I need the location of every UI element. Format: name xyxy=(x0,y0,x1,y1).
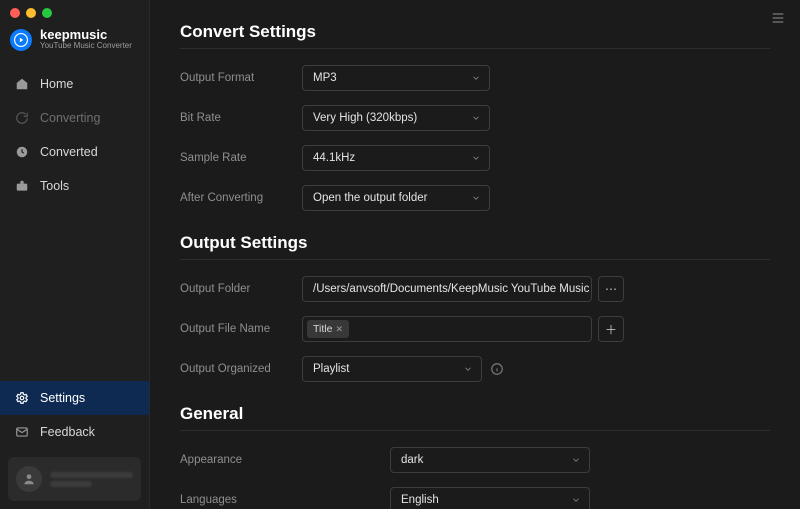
refresh-icon xyxy=(14,110,30,126)
chevron-down-icon xyxy=(471,73,481,83)
maximize-window-button[interactable] xyxy=(42,8,52,18)
input-output-file-name[interactable]: Title✕ xyxy=(302,316,592,342)
label-output-folder: Output Folder xyxy=(180,283,302,295)
section-title: Output Settings xyxy=(180,233,770,253)
section-title: Convert Settings xyxy=(180,22,770,42)
chevron-down-icon xyxy=(571,495,581,505)
section-output-settings: Output Settings Output Folder /Users/anv… xyxy=(180,233,770,384)
label-output-organized: Output Organized xyxy=(180,363,302,375)
clock-icon xyxy=(14,144,30,160)
mail-icon xyxy=(14,424,30,440)
sidebar-item-label: Converting xyxy=(40,111,100,125)
brand-title: keepmusic xyxy=(40,28,132,42)
chevron-down-icon xyxy=(471,153,481,163)
sidebar-item-feedback[interactable]: Feedback xyxy=(0,415,149,449)
section-title: General xyxy=(180,404,770,424)
sidebar-item-home[interactable]: Home xyxy=(0,67,149,101)
select-sample-rate[interactable]: 44.1kHz xyxy=(302,145,490,171)
window-controls xyxy=(10,8,52,18)
app-window: keepmusic YouTube Music Converter Home C… xyxy=(0,0,800,509)
sidebar-item-converting[interactable]: Converting xyxy=(0,101,149,135)
select-languages[interactable]: English xyxy=(390,487,590,509)
sidebar: keepmusic YouTube Music Converter Home C… xyxy=(0,0,150,509)
avatar-icon xyxy=(16,466,42,492)
sidebar-item-converted[interactable]: Converted xyxy=(0,135,149,169)
label-languages: Languages xyxy=(180,494,390,506)
user-info-blurred xyxy=(50,469,133,490)
remove-tag-icon[interactable]: ✕ xyxy=(335,324,343,335)
input-output-folder[interactable]: /Users/anvsoft/Documents/KeepMusic YouTu… xyxy=(302,276,592,302)
sidebar-item-label: Home xyxy=(40,77,73,91)
label-sample-rate: Sample Rate xyxy=(180,152,302,164)
nav-bottom: Settings Feedback xyxy=(0,381,149,509)
sidebar-item-label: Tools xyxy=(40,179,69,193)
chevron-down-icon xyxy=(571,455,581,465)
chevron-down-icon xyxy=(471,193,481,203)
select-output-organized[interactable]: Playlist xyxy=(302,356,482,382)
sidebar-item-tools[interactable]: Tools xyxy=(0,169,149,203)
select-output-format[interactable]: MP3 xyxy=(302,65,490,91)
select-after-converting[interactable]: Open the output folder xyxy=(302,185,490,211)
sidebar-item-label: Converted xyxy=(40,145,98,159)
filename-tag-title[interactable]: Title✕ xyxy=(307,320,349,338)
select-bit-rate[interactable]: Very High (320kbps) xyxy=(302,105,490,131)
chevron-down-icon xyxy=(463,364,473,374)
select-appearance[interactable]: dark xyxy=(390,447,590,473)
label-output-format: Output Format xyxy=(180,72,302,84)
sidebar-item-label: Settings xyxy=(40,391,85,405)
label-after-converting: After Converting xyxy=(180,192,302,204)
brand-logo-icon xyxy=(10,29,32,51)
home-icon xyxy=(14,76,30,92)
info-icon xyxy=(490,362,504,376)
divider xyxy=(180,259,770,260)
sidebar-item-label: Feedback xyxy=(40,425,95,439)
divider xyxy=(180,48,770,49)
sidebar-item-settings[interactable]: Settings xyxy=(0,381,149,415)
toolbox-icon xyxy=(14,178,30,194)
divider xyxy=(180,430,770,431)
add-filename-tag-button[interactable]: ＋ xyxy=(598,316,624,342)
main-panel: Convert Settings Output Format MP3 Bit R… xyxy=(150,0,800,509)
hamburger-menu-icon[interactable] xyxy=(770,10,786,26)
label-output-file-name: Output File Name xyxy=(180,323,302,335)
close-window-button[interactable] xyxy=(10,8,20,18)
section-general: General Appearance dark Languages Englis… xyxy=(180,404,770,509)
section-convert-settings: Convert Settings Output Format MP3 Bit R… xyxy=(180,22,770,213)
minimize-window-button[interactable] xyxy=(26,8,36,18)
brand-subtitle: YouTube Music Converter xyxy=(40,42,132,51)
user-card[interactable] xyxy=(8,457,141,501)
label-appearance: Appearance xyxy=(180,454,390,466)
nav-main: Home Converting Converted Tools xyxy=(0,67,149,203)
gear-icon xyxy=(14,390,30,406)
label-bit-rate: Bit Rate xyxy=(180,112,302,124)
browse-folder-button[interactable]: ⋯ xyxy=(598,276,624,302)
chevron-down-icon xyxy=(471,113,481,123)
brand: keepmusic YouTube Music Converter xyxy=(0,24,149,63)
